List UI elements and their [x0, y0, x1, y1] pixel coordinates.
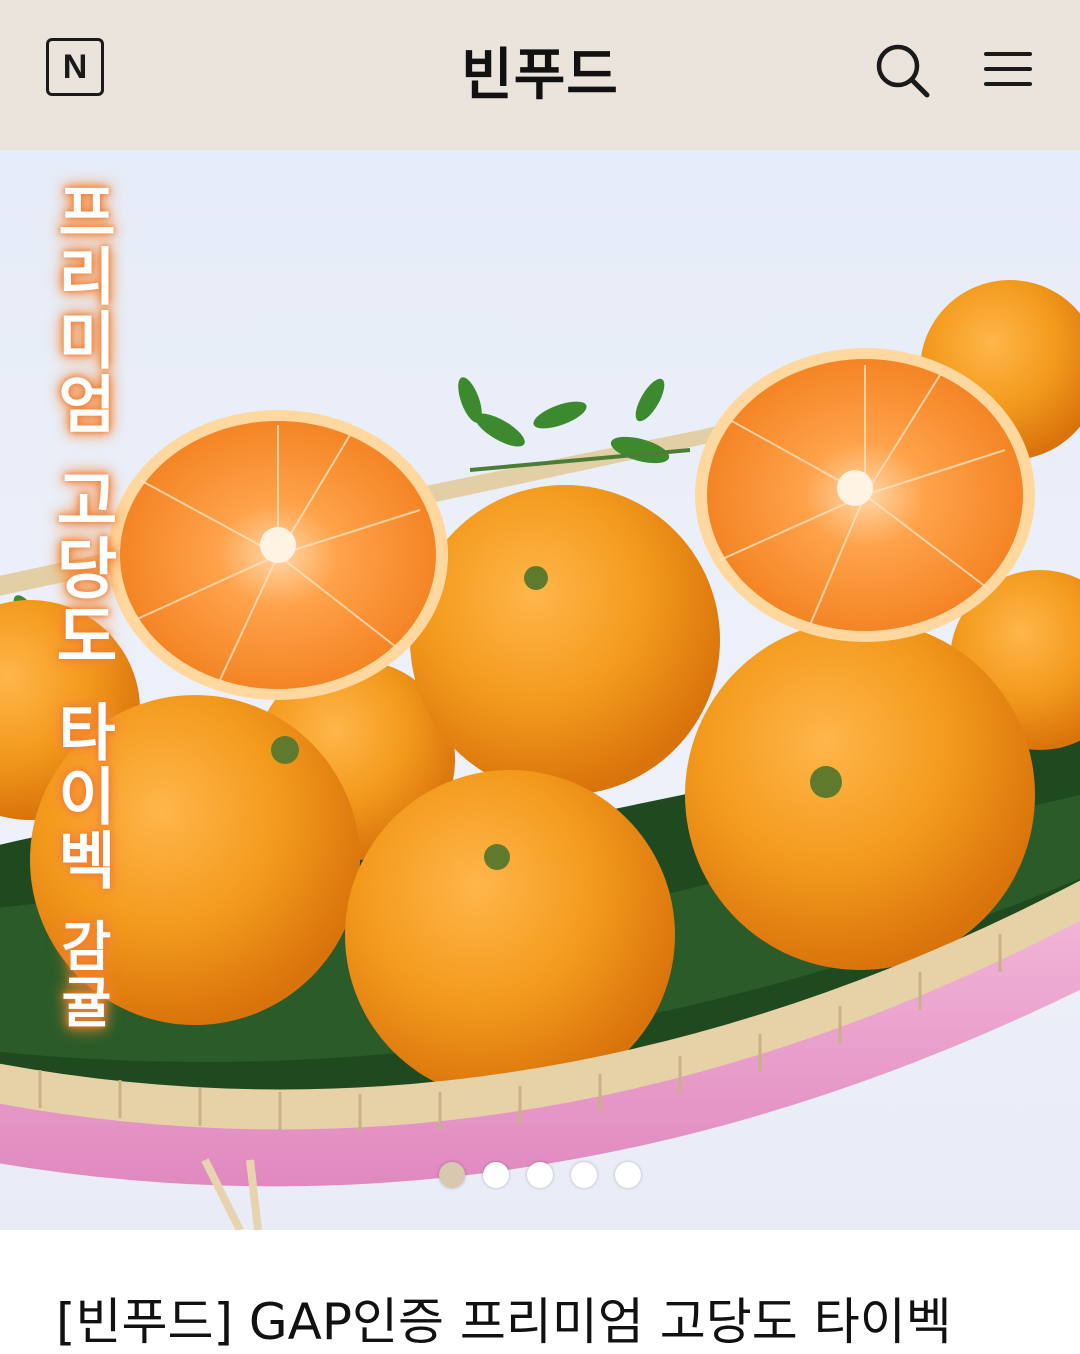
product-image-carousel[interactable]: 프리미엄 고당도 타이벡 감귤 — [0, 150, 1080, 1230]
caption-line-1: 프리미엄 — [45, 180, 118, 436]
carousel-pagination — [0, 1162, 1080, 1188]
carousel-dot-3[interactable] — [527, 1162, 553, 1188]
banner-vertical-caption: 프리미엄 고당도 타이벡 감귤 — [43, 180, 120, 1030]
carousel-dot-4[interactable] — [571, 1162, 597, 1188]
carousel-dot-2[interactable] — [483, 1162, 509, 1188]
carousel-dot-5[interactable] — [615, 1162, 641, 1188]
caption-line-3: 타이벡 — [45, 700, 118, 892]
search-icon[interactable] — [872, 40, 932, 100]
top-header: N 빈푸드 — [0, 0, 1080, 150]
caption-line-2: 고당도 — [43, 466, 120, 670]
product-title: [빈푸드] GAP인증 프리미엄 고당도 타이벡 — [56, 1293, 952, 1351]
caption-line-4: 감귤 — [50, 918, 113, 1030]
carousel-dot-1[interactable] — [439, 1162, 465, 1188]
hamburger-menu-icon[interactable] — [980, 44, 1036, 94]
tangerine-basket-photo — [0, 280, 1080, 1230]
